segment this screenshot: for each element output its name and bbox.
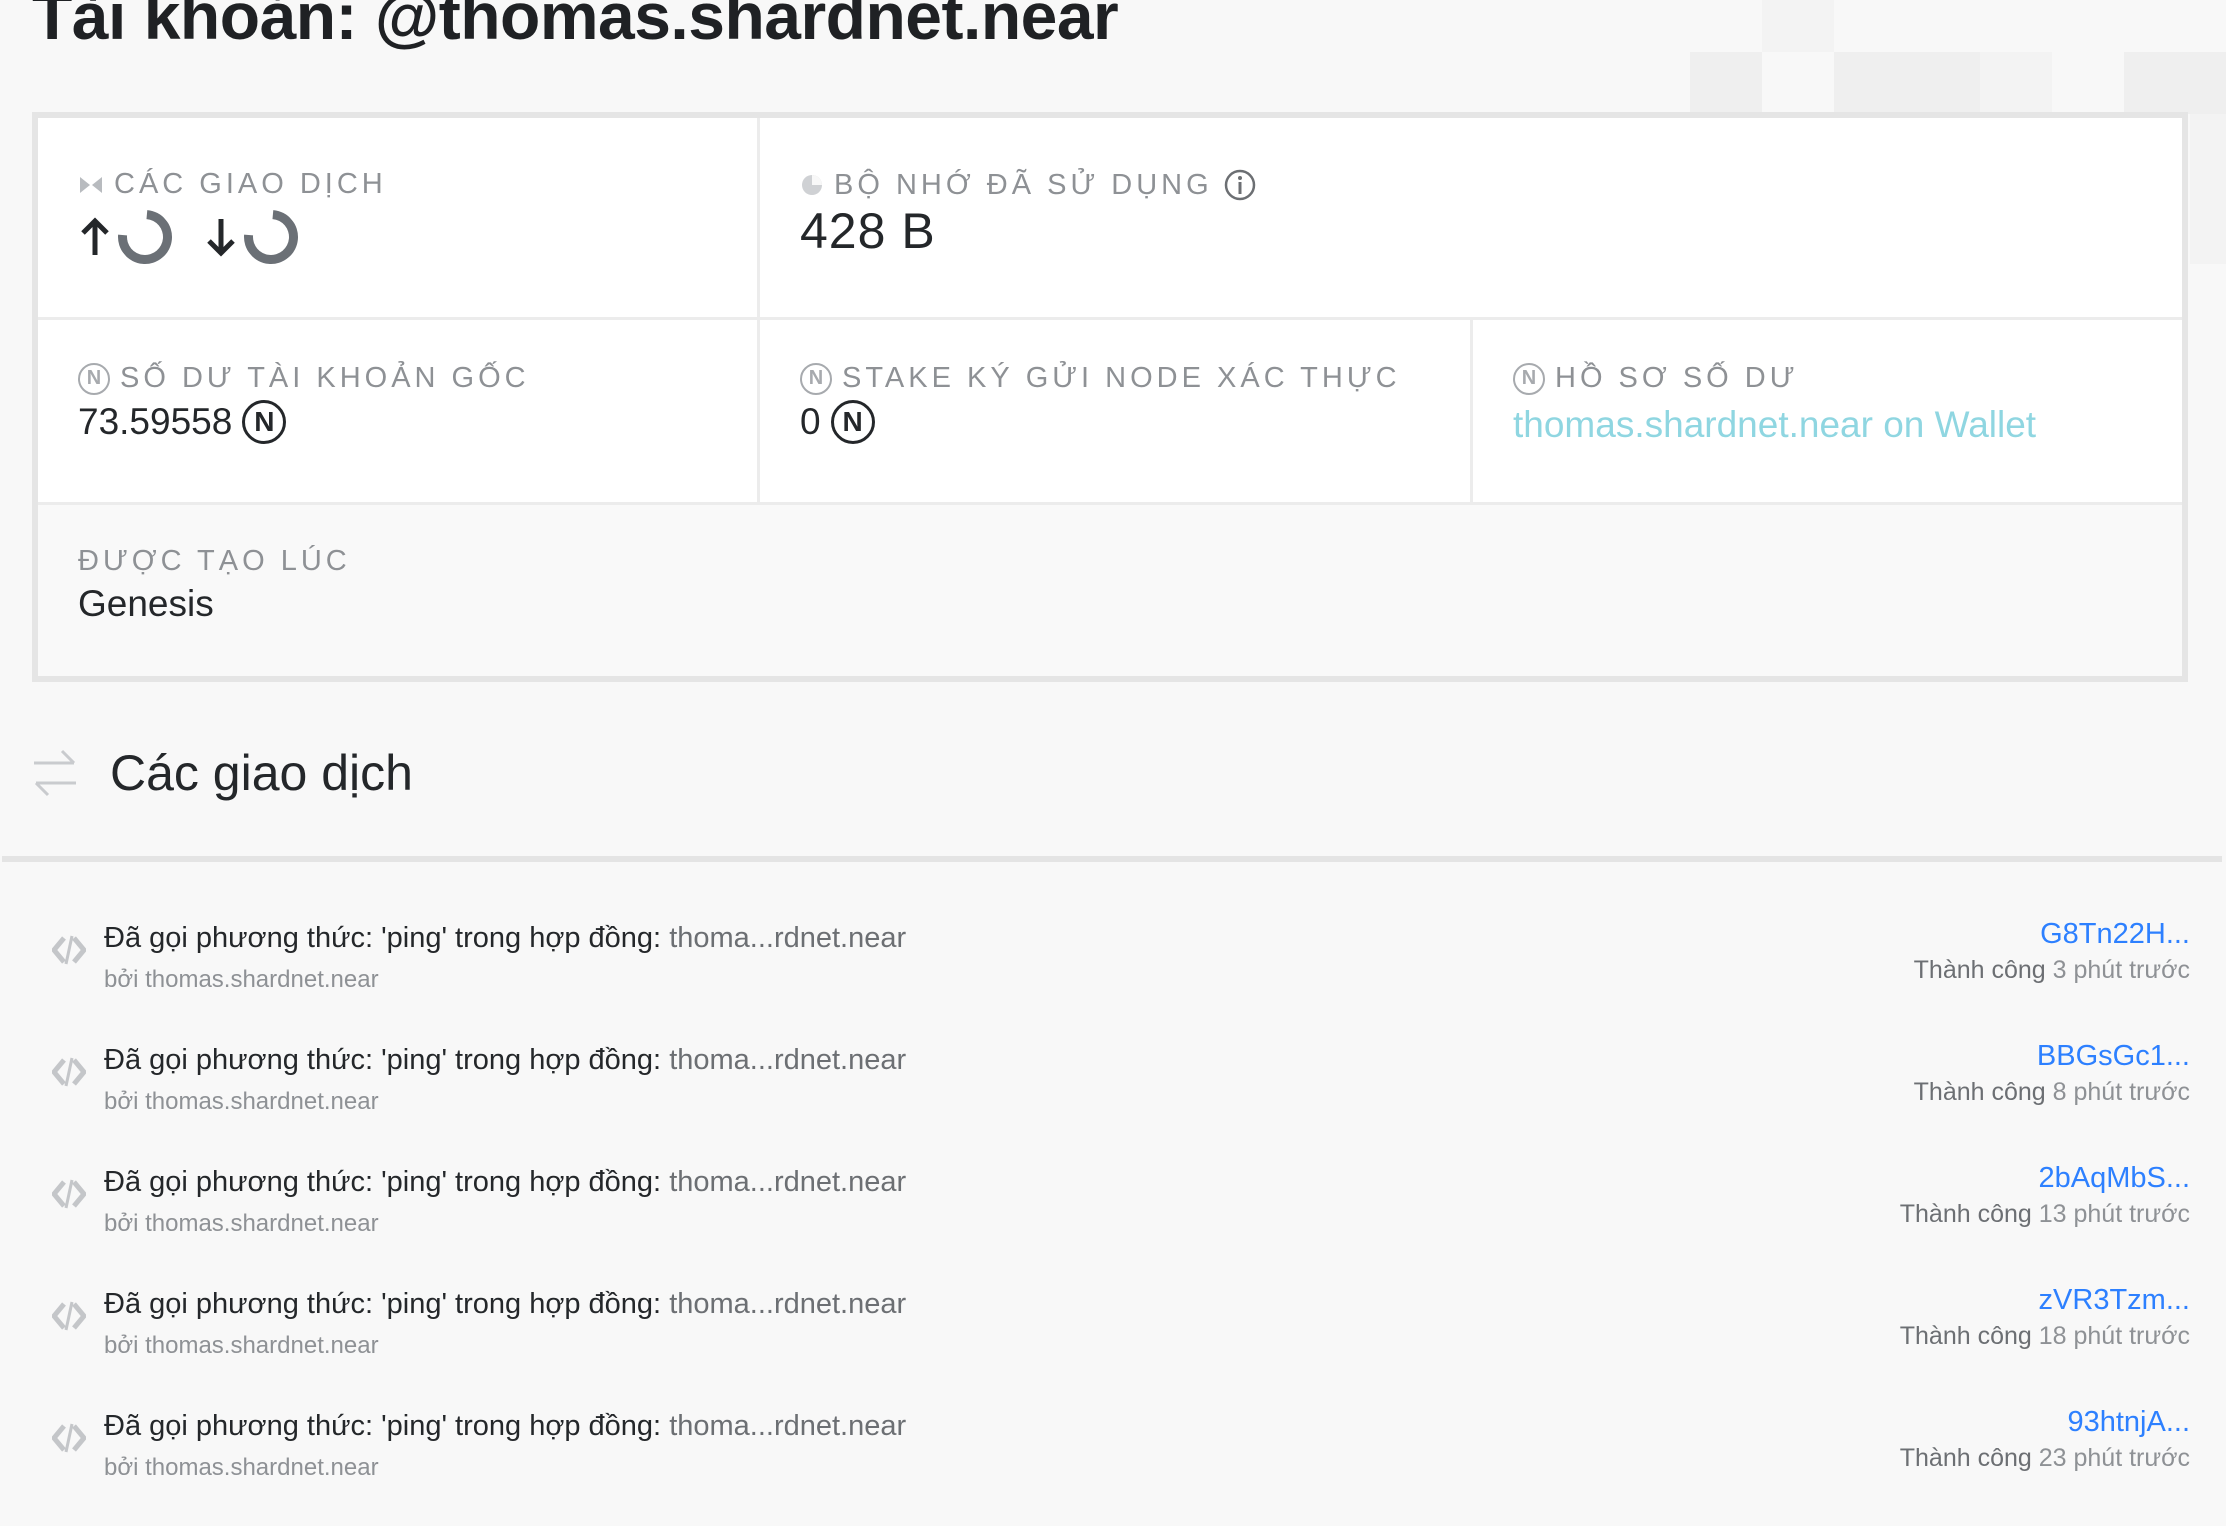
section-divider xyxy=(2,856,2222,862)
transaction-hash-link[interactable]: 93htnjA... xyxy=(2067,1406,2190,1439)
storage-label: BỘ NHỚ ĐÃ SỬ DỤNG xyxy=(834,168,1213,201)
transaction-row[interactable]: Đã gọi phương thức: 'ping' trong hợp đồn… xyxy=(0,1162,2226,1276)
validator-stake-cell: N STAKE KÝ GỬI NODE XÁC THỰC 0 N xyxy=(760,320,1470,502)
transaction-status: Thành công xyxy=(1913,956,2046,984)
transaction-action: Đã gọi phương thức: 'ping' trong hợp đồn… xyxy=(104,1288,670,1320)
code-brackets-icon xyxy=(52,935,86,965)
near-token-icon: N xyxy=(242,400,287,444)
transaction-time: 3 phút trước xyxy=(2052,956,2190,984)
transaction-status: Thành công xyxy=(1899,1444,2032,1472)
near-token-icon: N xyxy=(1513,362,1545,395)
storage-value: 428 B xyxy=(800,203,936,259)
transaction-signer: bởi thomas.shardnet.near xyxy=(104,1332,379,1359)
transaction-action: Đã gọi phương thức: 'ping' trong hợp đồn… xyxy=(104,922,670,954)
wallet-profile-link[interactable]: thomas.shardnet.near on Wallet xyxy=(1513,404,2036,446)
transaction-status: Thành công xyxy=(1899,1200,2032,1228)
incoming-loading-spinner xyxy=(232,198,310,276)
transaction-time: 13 phút trước xyxy=(2038,1200,2190,1228)
created-at-cell: ĐƯỢC TẠO LÚC Genesis xyxy=(38,505,2182,676)
storage-pie-icon xyxy=(802,175,822,195)
transaction-signer: bởi thomas.shardnet.near xyxy=(104,1088,379,1115)
transaction-contract[interactable]: thoma...rdnet.near xyxy=(669,1166,906,1198)
transaction-time: 18 phút trước xyxy=(2038,1322,2190,1350)
transactions-count-cell: CÁC GIAO DỊCH xyxy=(38,118,757,317)
transaction-row[interactable]: Đã gọi phương thức: 'ping' trong hợp đồn… xyxy=(0,1284,2226,1398)
code-brackets-icon xyxy=(52,1301,86,1331)
native-balance-label: SỐ DƯ TÀI KHOẢN GỐC xyxy=(120,362,530,394)
transaction-action: Đã gọi phương thức: 'ping' trong hợp đồn… xyxy=(104,1410,670,1442)
near-token-icon: N xyxy=(800,362,832,395)
transaction-hash-link[interactable]: 2bAqMbS... xyxy=(2038,1162,2190,1195)
transaction-row[interactable]: Đã gọi phương thức: 'ping' trong hợp đồn… xyxy=(0,918,2226,1032)
outgoing-loading-spinner xyxy=(106,198,184,276)
transaction-time: 8 phút trước xyxy=(2052,1078,2190,1106)
code-brackets-icon xyxy=(52,1057,86,1087)
transaction-status: Thành công xyxy=(1913,1078,2046,1106)
storage-used-cell: BỘ NHỚ ĐÃ SỬ DỤNG 428 B xyxy=(760,118,2182,317)
transaction-time: 23 phút trước xyxy=(2038,1444,2190,1472)
code-brackets-icon xyxy=(52,1179,86,1209)
transactions-section-title: Các giao dịch xyxy=(110,745,413,801)
transaction-contract[interactable]: thoma...rdnet.near xyxy=(669,1288,906,1320)
transactions-section-header: Các giao dịch xyxy=(32,744,413,802)
arrow-down-icon xyxy=(207,219,235,257)
transactions-icon xyxy=(80,176,102,193)
transaction-contract[interactable]: thoma...rdnet.near xyxy=(669,1410,906,1442)
transaction-signer: bởi thomas.shardnet.near xyxy=(104,1210,379,1237)
arrow-up-icon xyxy=(81,217,109,255)
transfer-arrows-icon xyxy=(34,749,76,797)
transaction-signer: bởi thomas.shardnet.near xyxy=(104,966,379,993)
near-token-icon: N xyxy=(830,400,875,444)
native-balance-cell: N SỐ DƯ TÀI KHOẢN GỐC 73.59558 N xyxy=(38,320,757,502)
validator-stake-label: STAKE KÝ GỬI NODE XÁC THỰC xyxy=(842,362,1401,394)
transaction-signer: bởi thomas.shardnet.near xyxy=(104,1454,379,1481)
near-token-icon: N xyxy=(78,362,110,395)
transaction-action: Đã gọi phương thức: 'ping' trong hợp đồn… xyxy=(104,1044,670,1076)
account-overview-card: CÁC GIAO DỊCH BỘ NHỚ ĐÃ SỬ DỤNG 428 B N … xyxy=(32,112,2188,682)
native-balance-value: 73.59558 xyxy=(78,401,233,442)
validator-stake-value: 0 xyxy=(800,401,821,442)
transactions-label: CÁC GIAO DỊCH xyxy=(114,168,387,200)
transaction-hash-link[interactable]: zVR3Tzm... xyxy=(2039,1284,2190,1317)
transaction-status: Thành công xyxy=(1899,1322,2032,1350)
transaction-row[interactable]: Đã gọi phương thức: 'ping' trong hợp đồn… xyxy=(0,1040,2226,1154)
transaction-contract[interactable]: thoma...rdnet.near xyxy=(669,1044,906,1076)
transaction-contract[interactable]: thoma...rdnet.near xyxy=(669,922,906,954)
transaction-action: Đã gọi phương thức: 'ping' trong hợp đồn… xyxy=(104,1166,670,1198)
transaction-hash-link[interactable]: G8Tn22H... xyxy=(2040,918,2190,951)
balance-profile-label: HỒ SƠ SỐ DƯ xyxy=(1555,362,1799,394)
page-title: Tài khoản: @thomas.shardnet.near xyxy=(32,0,1119,53)
transaction-hash-link[interactable]: BBGsGc1... xyxy=(2037,1040,2190,1073)
info-icon[interactable] xyxy=(1223,168,1257,202)
balance-profile-cell: N HỒ SƠ SỐ DƯ thomas.shardnet.near on Wa… xyxy=(1473,320,2182,502)
transaction-row[interactable]: Đã gọi phương thức: 'ping' trong hợp đồn… xyxy=(0,1406,2226,1520)
code-brackets-icon xyxy=(52,1423,86,1453)
created-at-label: ĐƯỢC TẠO LÚC xyxy=(78,545,351,577)
created-at-value: Genesis xyxy=(78,583,214,624)
